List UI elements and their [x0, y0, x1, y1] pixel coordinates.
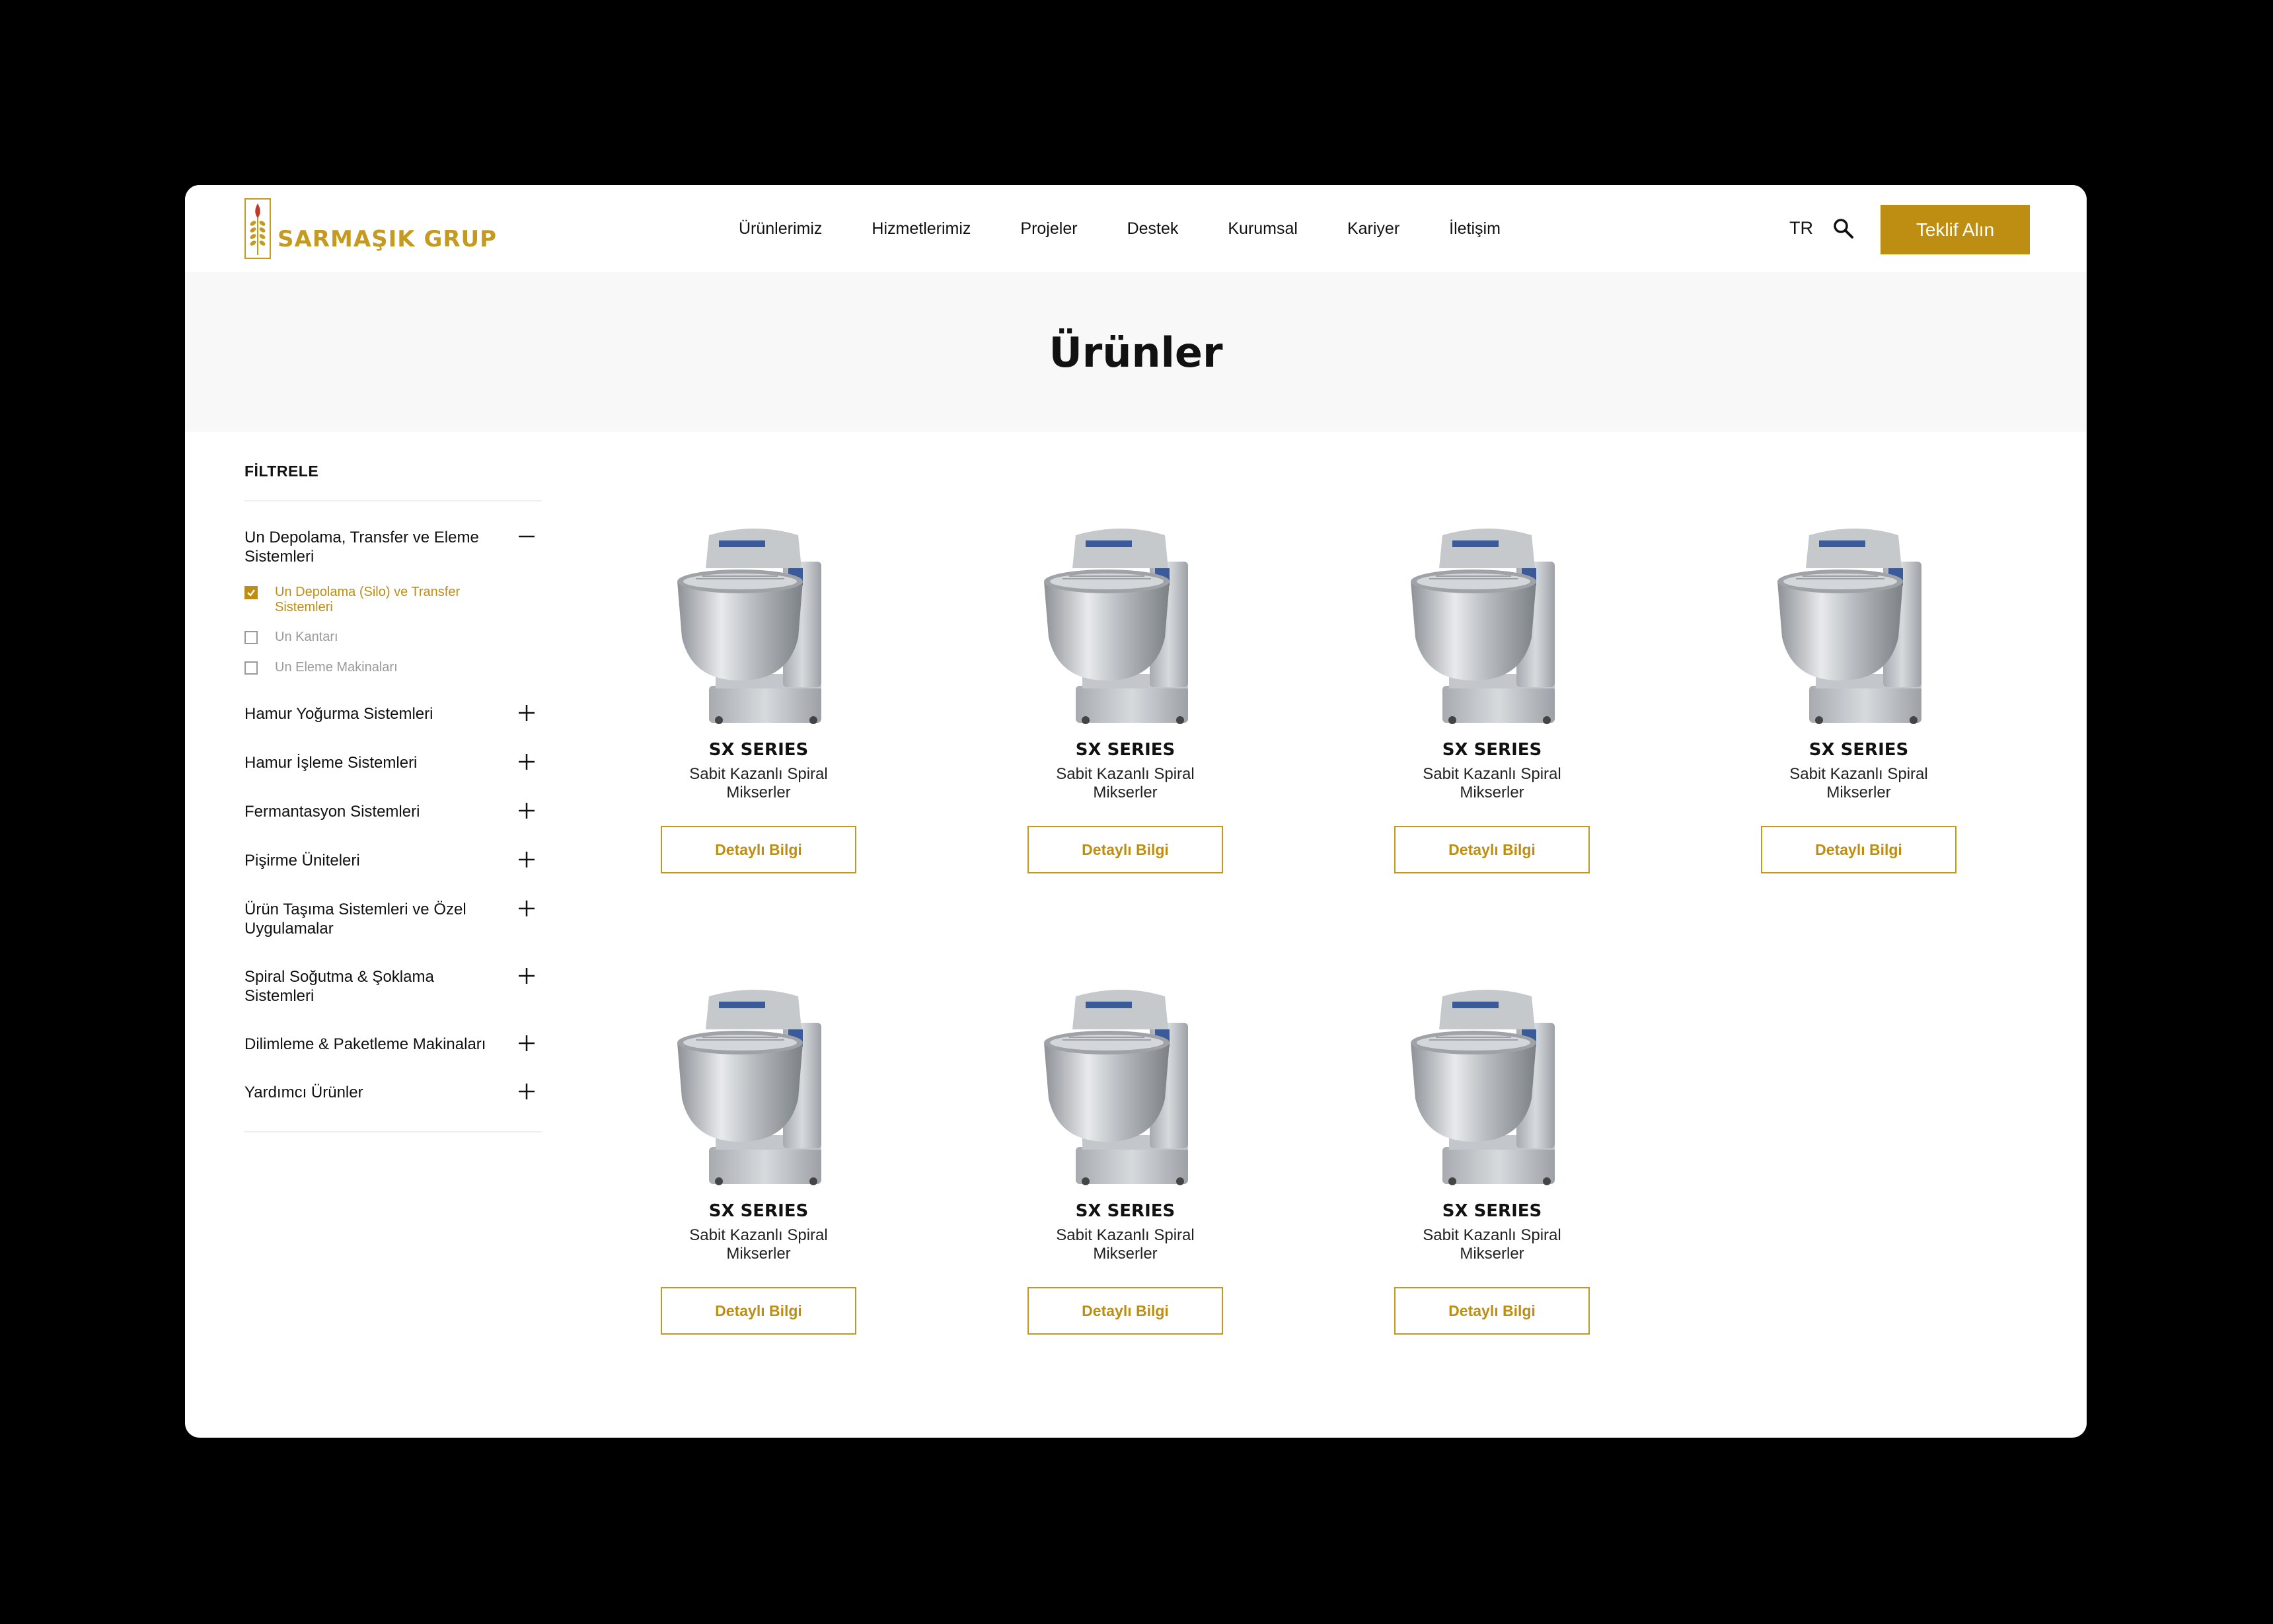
details-button[interactable]: Detaylı Bilgi — [1027, 1287, 1223, 1335]
plus-icon[interactable] — [518, 1035, 535, 1052]
check-icon — [247, 589, 255, 597]
plus-icon[interactable] — [518, 704, 535, 721]
product-image-spiral-mixer[interactable] — [663, 983, 854, 1188]
details-button[interactable]: Detaylı Bilgi — [1394, 1287, 1590, 1335]
product-card: SX SERIES Sabit Kazanlı Spiral Mikserler… — [659, 983, 858, 1335]
filter-sidebar: FİLTRELE Un Depolama, Transfer ve Eleme … — [244, 462, 542, 1132]
details-button[interactable]: Detaylı Bilgi — [1394, 826, 1590, 873]
wheat-logo-icon — [244, 198, 271, 259]
plus-icon[interactable] — [518, 802, 535, 819]
filter-divider-top — [244, 500, 542, 501]
language-switcher[interactable]: TR — [1789, 218, 1813, 239]
plus-icon[interactable] — [518, 1083, 535, 1100]
filter-category-spiral-sogutma[interactable]: Spiral Soğutma & Şoklama Sistemleri — [244, 967, 535, 1006]
main-nav: Ürünlerimiz Hizmetlerimiz Projeler Deste… — [739, 185, 1501, 272]
product-description: Sabit Kazanlı Spiral Mikserler — [1423, 1226, 1561, 1263]
product-description: Sabit Kazanlı Spiral Mikserler — [689, 1226, 828, 1263]
product-card: SX SERIES Sabit Kazanlı Spiral Mikserler… — [1026, 983, 1224, 1335]
browser-page: SARMAŞIK GRUP Ürünlerimiz Hizmetlerimiz … — [185, 185, 2087, 1438]
filter-category-hamur-yogurma[interactable]: Hamur Yoğurma Sistemleri — [244, 704, 535, 723]
filter-category-label: Fermantasyon Sistemleri — [244, 803, 420, 821]
filter-category-label: Hamur İşleme Sistemleri — [244, 754, 418, 772]
filter-option-un-depolama-silo[interactable]: Un Depolama (Silo) ve Transfer Sistemler… — [244, 585, 500, 615]
product-image-spiral-mixer[interactable] — [1763, 522, 1955, 727]
plus-icon[interactable] — [518, 900, 535, 917]
filter-option-un-kantari[interactable]: Un Kantarı — [244, 630, 500, 645]
filter-category-label: Un Depolama, Transfer ve Eleme Sistemler… — [244, 529, 479, 566]
brand-logo[interactable]: SARMAŞIK GRUP — [244, 198, 497, 259]
get-quote-button[interactable]: Teklif Alın — [1881, 205, 2030, 254]
filter-category-fermantasyon[interactable]: Fermantasyon Sistemleri — [244, 802, 535, 821]
page-hero: Ürünler — [185, 272, 2087, 432]
nav-item-hizmetlerimiz[interactable]: Hizmetlerimiz — [872, 219, 971, 239]
filter-category-pisirme[interactable]: Pişirme Üniteleri — [244, 851, 535, 870]
details-button[interactable]: Detaylı Bilgi — [1027, 826, 1223, 873]
filter-category-label: Dilimleme & Paketleme Makinaları — [244, 1035, 486, 1053]
nav-item-kurumsal[interactable]: Kurumsal — [1228, 219, 1298, 239]
filter-option-un-eleme[interactable]: Un Eleme Makinaları — [244, 660, 500, 675]
product-card: SX SERIES Sabit Kazanlı Spiral Mikserler… — [659, 522, 858, 873]
filter-category-label: Pişirme Üniteleri — [244, 852, 360, 869]
minus-icon[interactable] — [518, 528, 535, 545]
details-button[interactable]: Detaylı Bilgi — [1761, 826, 1956, 873]
product-description: Sabit Kazanlı Spiral Mikserler — [1423, 765, 1561, 801]
filter-divider-bottom — [244, 1131, 542, 1132]
product-card: SX SERIES Sabit Kazanlı Spiral Mikserler… — [1760, 522, 1958, 873]
product-description: Sabit Kazanlı Spiral Mikserler — [1056, 1226, 1195, 1263]
plus-icon[interactable] — [518, 753, 535, 770]
product-name: SX SERIES — [1808, 740, 1909, 760]
filter-category-label: Spiral Soğutma & Şoklama Sistemleri — [244, 968, 434, 1005]
filter-category-urun-tasima[interactable]: Ürün Taşıma Sistemleri ve Özel Uygulamal… — [244, 900, 535, 938]
filter-category-hamur-isleme[interactable]: Hamur İşleme Sistemleri — [244, 753, 535, 772]
product-name: SX SERIES — [1075, 740, 1175, 760]
details-button[interactable]: Detaylı Bilgi — [661, 1287, 856, 1335]
checkbox-checked[interactable] — [244, 586, 258, 599]
brand-name: SARMAŞIK GRUP — [278, 226, 498, 252]
nav-item-destek[interactable]: Destek — [1127, 219, 1179, 239]
product-card: SX SERIES Sabit Kazanlı Spiral Mikserler… — [1393, 522, 1591, 873]
nav-item-kariyer[interactable]: Kariyer — [1347, 219, 1399, 239]
product-image-spiral-mixer[interactable] — [1029, 983, 1221, 1188]
details-button[interactable]: Detaylı Bilgi — [661, 826, 856, 873]
product-description: Sabit Kazanlı Spiral Mikserler — [1789, 765, 1928, 801]
filter-category-label: Yardımcı Ürünler — [244, 1084, 363, 1101]
filter-category-label: Hamur Yoğurma Sistemleri — [244, 705, 433, 723]
filter-category-label: Ürün Taşıma Sistemleri ve Özel Uygulamal… — [244, 901, 466, 938]
filter-option-label: Un Kantarı — [275, 630, 338, 644]
nav-item-urunlerimiz[interactable]: Ürünlerimiz — [739, 219, 822, 239]
filter-category-yardimci[interactable]: Yardımcı Ürünler — [244, 1083, 535, 1102]
product-card: SX SERIES Sabit Kazanlı Spiral Mikserler… — [1393, 983, 1591, 1335]
filter-category-un-depolama[interactable]: Un Depolama, Transfer ve Eleme Sistemler… — [244, 528, 535, 566]
product-name: SX SERIES — [1442, 1201, 1542, 1221]
product-image-spiral-mixer[interactable] — [1396, 522, 1588, 727]
page-title: Ürünler — [1049, 328, 1223, 377]
nav-item-iletisim[interactable]: İletişim — [1449, 219, 1501, 239]
plus-icon[interactable] — [518, 851, 535, 868]
plus-icon[interactable] — [518, 967, 535, 984]
product-name: SX SERIES — [708, 740, 809, 760]
checkbox[interactable] — [244, 661, 258, 675]
product-name: SX SERIES — [1442, 740, 1542, 760]
filter-option-label: Un Eleme Makinaları — [275, 660, 398, 675]
filter-title: FİLTRELE — [244, 462, 319, 480]
site-header: SARMAŞIK GRUP Ürünlerimiz Hizmetlerimiz … — [185, 185, 2087, 272]
search-icon[interactable] — [1832, 217, 1855, 240]
checkbox[interactable] — [244, 631, 258, 644]
nav-item-projeler[interactable]: Projeler — [1020, 219, 1077, 239]
product-name: SX SERIES — [708, 1201, 809, 1221]
product-name: SX SERIES — [1075, 1201, 1175, 1221]
filter-option-label: Un Depolama (Silo) ve Transfer Sistemler… — [275, 585, 461, 614]
filter-category-dilimleme[interactable]: Dilimleme & Paketleme Makinaları — [244, 1035, 535, 1054]
product-image-spiral-mixer[interactable] — [1396, 983, 1588, 1188]
product-description: Sabit Kazanlı Spiral Mikserler — [689, 765, 828, 801]
product-image-spiral-mixer[interactable] — [1029, 522, 1221, 727]
product-card: SX SERIES Sabit Kazanlı Spiral Mikserler… — [1026, 522, 1224, 873]
product-image-spiral-mixer[interactable] — [663, 522, 854, 727]
product-description: Sabit Kazanlı Spiral Mikserler — [1056, 765, 1195, 801]
